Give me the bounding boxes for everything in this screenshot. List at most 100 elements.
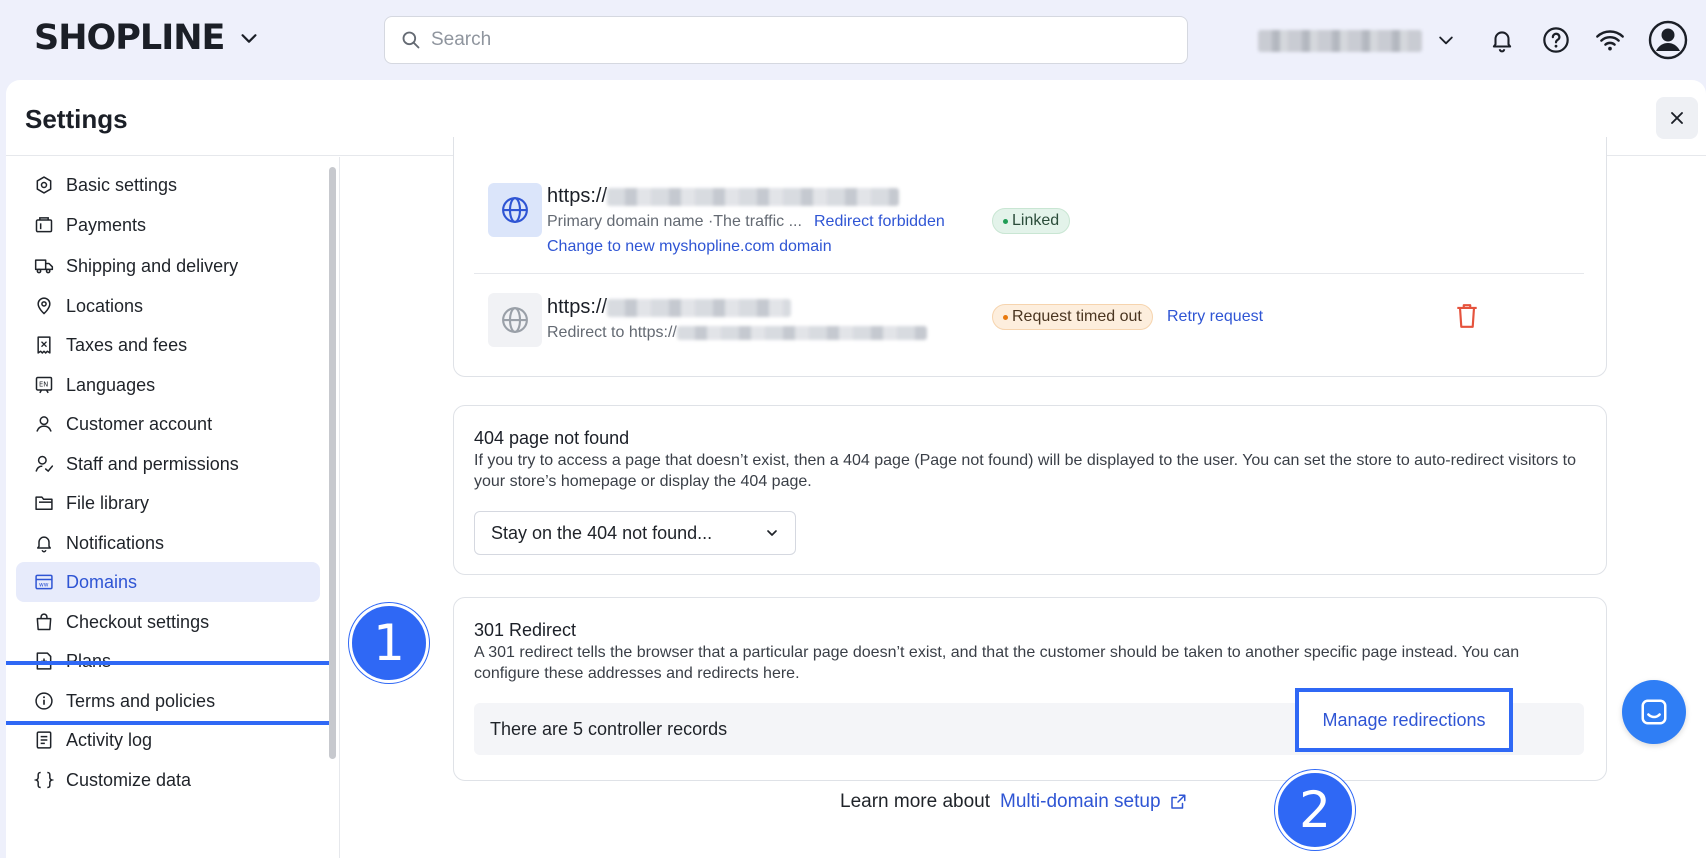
change-domain-link[interactable]: Change to new myshopline.com domain xyxy=(547,238,832,256)
folder-icon xyxy=(35,496,53,510)
store-chevron-icon[interactable] xyxy=(1436,30,1456,50)
page-title: Settings xyxy=(25,104,128,134)
primary-domain-url: https:// xyxy=(547,185,900,208)
sidebar-item-label: Taxes and fees xyxy=(66,334,188,355)
sidebar-item-domains[interactable]: ww Domains xyxy=(16,562,320,602)
store-switcher[interactable] xyxy=(1258,30,1422,52)
sidebar-item-taxes[interactable]: Taxes and fees xyxy=(16,325,320,365)
avatar-icon[interactable] xyxy=(1648,20,1688,60)
status-badge-label: Linked xyxy=(1012,212,1060,229)
not-found-description: If you try to access a page that doesn’t… xyxy=(474,452,1576,490)
records-count: There are 5 controller records xyxy=(490,718,728,739)
top-bar: SHOPLINE xyxy=(0,0,1706,80)
gear-icon xyxy=(36,176,52,194)
chevron-down-icon[interactable] xyxy=(238,27,260,49)
step-marker-2: 2 xyxy=(1275,770,1355,850)
location-pin-icon xyxy=(37,297,51,315)
truck-icon xyxy=(34,259,54,274)
multi-domain-link[interactable]: Multi-domain setup xyxy=(1000,791,1187,813)
settings-sidebar: Basic settings Payments Shipping and del… xyxy=(6,157,340,858)
braces-icon xyxy=(34,771,54,789)
sidebar-item-locations[interactable]: Locations xyxy=(16,286,320,326)
sidebar-item-label: Locations xyxy=(66,295,144,316)
sidebar-item-label: File library xyxy=(66,492,150,513)
sidebar-item-basic-settings[interactable]: Basic settings xyxy=(16,165,320,205)
sidebar-item-label: Customize data xyxy=(66,769,192,790)
svg-text:EN: EN xyxy=(39,381,48,389)
sidebar-item-shipping[interactable]: Shipping and delivery xyxy=(16,246,320,286)
sidebar-item-label: Shipping and delivery xyxy=(66,255,239,276)
bag-icon xyxy=(36,613,52,631)
domain-divider xyxy=(474,273,1584,274)
not-found-select[interactable]: Stay on the 404 not found... xyxy=(474,511,796,555)
brand-logo[interactable]: SHOPLINE xyxy=(34,18,260,58)
sidebar-item-file-library[interactable]: File library xyxy=(16,483,320,523)
step-marker-1: 1 xyxy=(349,603,429,683)
redirect-card: 301 Redirect A 301 redirect tells the br… xyxy=(453,597,1607,781)
sidebar-item-label: Checkout settings xyxy=(66,611,210,632)
sidebar-item-payments[interactable]: Payments xyxy=(16,205,320,245)
learn-more-text: Learn more about xyxy=(840,791,990,812)
blurred-domain xyxy=(676,325,927,340)
sidebar-item-label: Staff and permissions xyxy=(66,453,239,474)
status-badge-timeout: Request timed out xyxy=(992,304,1153,330)
staff-icon xyxy=(35,455,54,473)
domains-card: https:// Primary domain name ·The traffi… xyxy=(453,137,1607,377)
blurred-domain xyxy=(607,187,900,206)
user-icon xyxy=(36,416,52,432)
redirect-title: 301 Redirect xyxy=(474,620,577,640)
select-value: Stay on the 404 not found... xyxy=(491,522,713,543)
secondary-domain-subtitle: Redirect to https:// xyxy=(547,324,927,342)
main-content: https:// Primary domain name ·The traffi… xyxy=(340,137,1706,858)
settings-panel: Settings Basic settings Payments Shippin… xyxy=(6,80,1706,858)
sidebar-item-activity-log[interactable]: Activity log xyxy=(16,720,320,760)
globe-icon xyxy=(488,183,542,237)
blurred-domain xyxy=(607,298,792,317)
search-input[interactable] xyxy=(431,29,1131,51)
delete-icon[interactable] xyxy=(1454,302,1480,330)
primary-domain-prefix: https:// xyxy=(547,185,608,207)
domain-icon: ww xyxy=(35,574,53,590)
chat-button[interactable] xyxy=(1622,680,1686,744)
sidebar-scrollbar[interactable] xyxy=(329,167,336,759)
secondary-domain-url: https:// xyxy=(547,296,792,319)
chat-icon xyxy=(1641,699,1667,725)
bell-icon[interactable] xyxy=(1486,24,1518,56)
wifi-icon[interactable] xyxy=(1594,24,1626,56)
secondary-domain-prefix: https:// xyxy=(547,296,608,318)
globe-icon xyxy=(488,293,542,347)
language-icon: EN xyxy=(35,376,53,394)
sidebar-item-staff[interactable]: Staff and permissions xyxy=(16,444,320,484)
sidebar-item-label: Basic settings xyxy=(66,174,178,195)
sidebar-item-customer-account[interactable]: Customer account xyxy=(16,404,320,444)
svg-text:ww: ww xyxy=(39,583,49,589)
manage-redirections-button[interactable]: Manage redirections xyxy=(1295,688,1513,752)
close-icon xyxy=(1671,112,1683,124)
chevron-down-icon xyxy=(767,530,777,536)
step-1-highlight xyxy=(6,661,334,725)
sidebar-item-customize-data[interactable]: Customize data xyxy=(16,760,320,800)
external-link-icon xyxy=(1170,794,1186,809)
wallet-icon xyxy=(35,217,53,233)
retry-request-link[interactable]: Retry request xyxy=(1167,308,1263,326)
sidebar-item-notifications[interactable]: Notifications xyxy=(16,523,320,563)
sidebar-item-checkout[interactable]: Checkout settings xyxy=(16,602,320,642)
log-icon xyxy=(36,731,52,749)
redirect-to-label: Redirect to https:// xyxy=(547,324,677,341)
multi-domain-link-label: Multi-domain setup xyxy=(1000,791,1161,812)
receipt-icon xyxy=(37,336,51,354)
help-icon[interactable] xyxy=(1540,24,1572,56)
status-badge-label: Request timed out xyxy=(1012,308,1142,325)
sidebar-item-languages[interactable]: EN Languages xyxy=(16,365,320,405)
sidebar-item-label: Activity log xyxy=(66,729,153,750)
close-button[interactable] xyxy=(1656,97,1698,139)
primary-domain-subtitle: Primary domain name ·The traffic ... xyxy=(547,213,802,230)
sidebar-item-label: Payments xyxy=(66,214,147,235)
bell-icon xyxy=(37,536,51,553)
sidebar-item-label: Domains xyxy=(66,571,138,592)
not-found-title: 404 page not found xyxy=(474,428,630,448)
search-bar[interactable] xyxy=(384,16,1188,64)
not-found-card: 404 page not found If you try to access … xyxy=(453,405,1607,575)
redirect-forbidden-link[interactable]: Redirect forbidden xyxy=(814,213,945,231)
learn-more: Learn more about Multi-domain setup xyxy=(840,791,1187,813)
